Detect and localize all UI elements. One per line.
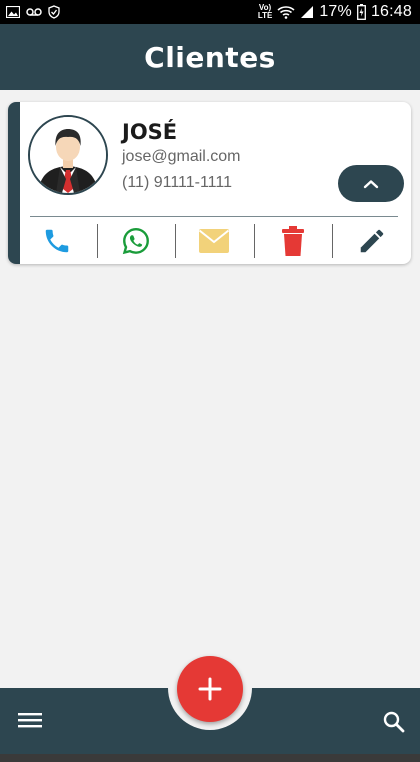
delete-icon xyxy=(282,225,305,256)
whatsapp-icon xyxy=(122,227,149,254)
add-icon xyxy=(198,677,222,701)
page-title: Clientes xyxy=(144,40,276,74)
businessman-avatar-icon xyxy=(30,117,106,193)
gallery-icon xyxy=(6,6,20,18)
menu-icon xyxy=(18,713,42,728)
shield-icon xyxy=(48,5,60,19)
client-actions xyxy=(18,217,411,264)
status-bar-left xyxy=(6,5,60,19)
add-client-button[interactable] xyxy=(177,656,243,722)
system-nav-strip xyxy=(0,754,420,762)
client-card[interactable]: JOSÉ jose@gmail.com (11) 91111-1111 xyxy=(8,102,411,264)
menu-button[interactable] xyxy=(18,710,44,732)
avatar xyxy=(28,115,108,195)
client-name: JOSÉ xyxy=(122,120,178,144)
app-header: Clientes xyxy=(0,24,420,90)
whatsapp-button[interactable] xyxy=(96,217,176,264)
battery-percent: 17% xyxy=(319,3,352,20)
email-button[interactable] xyxy=(175,217,254,264)
status-bar-right: Vo) LTE 17% 16:48 xyxy=(258,3,412,21)
email-icon xyxy=(199,228,230,253)
wifi-icon xyxy=(277,6,295,19)
status-bar: Vo) LTE 17% 16:48 xyxy=(0,0,420,24)
client-phone: (11) 91111-1111 xyxy=(122,174,232,191)
search-icon xyxy=(383,711,405,733)
edit-icon xyxy=(360,229,383,252)
voicemail-icon xyxy=(26,8,42,16)
search-button[interactable] xyxy=(382,710,406,734)
battery-icon xyxy=(357,4,366,20)
phone-icon xyxy=(46,229,69,252)
collapse-button[interactable] xyxy=(338,165,404,202)
chevron-up-icon xyxy=(363,179,379,188)
status-time: 16:48 xyxy=(370,3,412,20)
call-button[interactable] xyxy=(18,217,97,264)
volte-indicator: Vo) LTE xyxy=(258,4,273,20)
signal-icon xyxy=(301,6,314,18)
edit-button[interactable] xyxy=(332,217,411,264)
lte-text: LTE xyxy=(257,11,273,20)
client-email: jose@gmail.com xyxy=(122,148,241,165)
delete-button[interactable] xyxy=(253,217,333,264)
